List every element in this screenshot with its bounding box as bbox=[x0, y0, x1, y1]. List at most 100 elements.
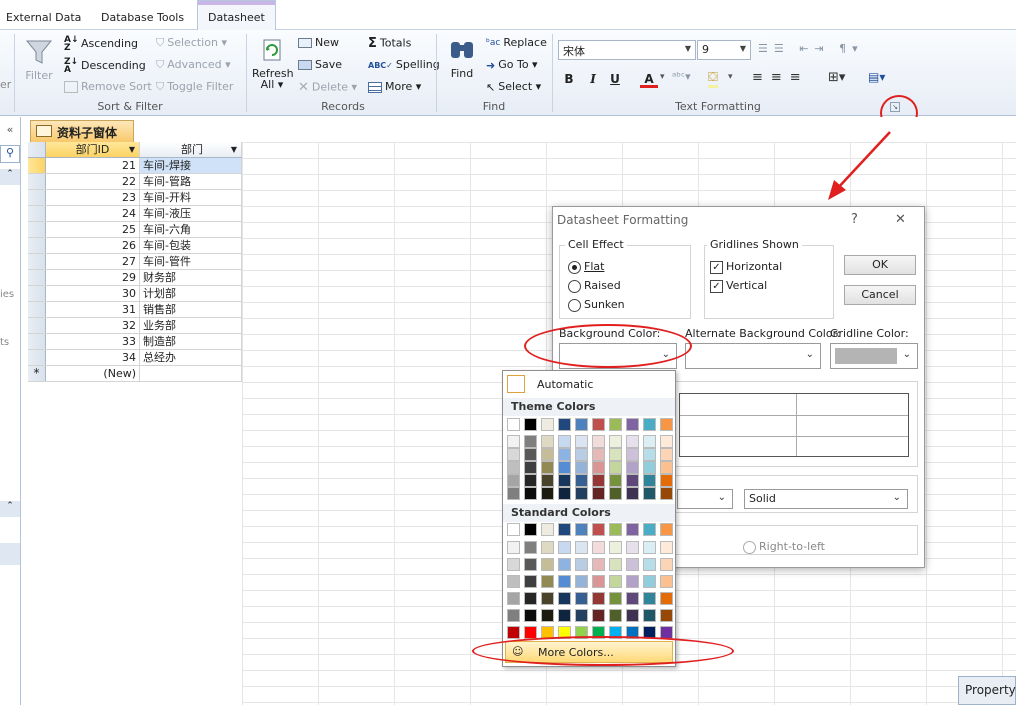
standard-shade-swatch[interactable] bbox=[592, 592, 605, 605]
theme-color-swatch[interactable] bbox=[660, 418, 673, 431]
align-buttons[interactable]: ≡≡≡ bbox=[752, 70, 809, 85]
theme-shade-swatch[interactable] bbox=[626, 448, 639, 461]
table-cell[interactable]: 车间-液压 bbox=[140, 206, 242, 221]
help-button[interactable]: ? bbox=[851, 212, 858, 227]
table-row[interactable]: 21 车间-焊接 bbox=[28, 158, 242, 174]
table-row[interactable]: 26 车间-包装 bbox=[28, 238, 242, 254]
standard-shade-swatch[interactable] bbox=[592, 558, 605, 571]
standard-shade-swatch[interactable] bbox=[541, 558, 554, 571]
standard-shade-swatch[interactable] bbox=[575, 575, 588, 588]
row-selector[interactable] bbox=[28, 174, 46, 189]
theme-shade-swatch[interactable] bbox=[592, 474, 605, 487]
table-cell[interactable]: 21 bbox=[46, 158, 140, 173]
table-cell[interactable]: 总经办 bbox=[140, 350, 242, 365]
standard-shade-swatch[interactable] bbox=[592, 609, 605, 622]
table-cell[interactable]: 22 bbox=[46, 174, 140, 189]
theme-shade-swatch[interactable] bbox=[541, 448, 554, 461]
theme-shade-swatch[interactable] bbox=[507, 435, 520, 448]
remove-sort-button[interactable]: Remove Sort bbox=[64, 80, 152, 93]
select-all-corner[interactable] bbox=[28, 142, 46, 157]
table-row[interactable]: 25 车间-六角 bbox=[28, 222, 242, 238]
new-row-label[interactable]: (New) bbox=[46, 366, 140, 381]
row-selector[interactable] bbox=[28, 318, 46, 333]
theme-shade-swatch[interactable] bbox=[575, 461, 588, 474]
table-cell[interactable]: 27 bbox=[46, 254, 140, 269]
table-row[interactable]: 30 计划部 bbox=[28, 286, 242, 302]
standard-shade-swatch[interactable] bbox=[609, 575, 622, 588]
table-cell[interactable]: 财务部 bbox=[140, 270, 242, 285]
theme-color-swatch[interactable] bbox=[592, 418, 605, 431]
automatic-label[interactable]: Automatic bbox=[537, 378, 593, 391]
standard-shade-swatch[interactable] bbox=[575, 541, 588, 554]
standard-color-swatch[interactable] bbox=[541, 523, 554, 536]
table-row[interactable]: 24 车间-液压 bbox=[28, 206, 242, 222]
table-cell[interactable]: 车间-六角 bbox=[140, 222, 242, 237]
refresh-all-button[interactable]: Refresh All ▾ bbox=[252, 36, 294, 96]
row-selector[interactable] bbox=[28, 238, 46, 253]
theme-shade-swatch[interactable] bbox=[609, 461, 622, 474]
standard-shade-swatch[interactable] bbox=[575, 609, 588, 622]
theme-shade-swatch[interactable] bbox=[541, 461, 554, 474]
tab-database-tools[interactable]: Database Tools bbox=[101, 11, 184, 24]
standard-shade-swatch[interactable] bbox=[524, 609, 537, 622]
tab-datasheet[interactable]: Datasheet bbox=[197, 0, 276, 31]
table-cell[interactable]: 车间-开料 bbox=[140, 190, 242, 205]
theme-shade-swatch[interactable] bbox=[609, 435, 622, 448]
horizontal-checkbox[interactable]: ✓ bbox=[710, 261, 723, 274]
theme-color-swatch[interactable] bbox=[507, 418, 520, 431]
standard-color-swatch[interactable] bbox=[609, 523, 622, 536]
alternate-bg-color-dropdown[interactable]: ⌄ bbox=[685, 343, 821, 369]
row-selector[interactable] bbox=[28, 334, 46, 349]
theme-shade-swatch[interactable] bbox=[660, 474, 673, 487]
standard-shade-swatch[interactable] bbox=[660, 575, 673, 588]
table-row[interactable]: 31 销售部 bbox=[28, 302, 242, 318]
theme-shade-swatch[interactable] bbox=[643, 461, 656, 474]
raised-radio[interactable] bbox=[568, 280, 581, 293]
theme-shade-swatch[interactable] bbox=[592, 448, 605, 461]
theme-color-swatch[interactable] bbox=[575, 418, 588, 431]
table-cell[interactable]: 26 bbox=[46, 238, 140, 253]
theme-shade-swatch[interactable] bbox=[626, 474, 639, 487]
find-button[interactable]: Find bbox=[444, 36, 480, 96]
standard-shade-swatch[interactable] bbox=[541, 609, 554, 622]
standard-color-swatch[interactable] bbox=[626, 523, 639, 536]
standard-color-swatch[interactable] bbox=[643, 523, 656, 536]
totals-button[interactable]: Σ Totals bbox=[368, 36, 411, 51]
standard-shade-swatch[interactable] bbox=[660, 609, 673, 622]
theme-color-swatch[interactable] bbox=[541, 418, 554, 431]
table-cell[interactable]: 计划部 bbox=[140, 286, 242, 301]
standard-shade-swatch[interactable] bbox=[524, 541, 537, 554]
alt-row-color-button[interactable]: ▤▾ bbox=[868, 70, 885, 84]
row-selector[interactable] bbox=[28, 350, 46, 365]
standard-shade-swatch[interactable] bbox=[558, 541, 571, 554]
theme-shade-swatch[interactable] bbox=[609, 448, 622, 461]
standard-shade-swatch[interactable] bbox=[660, 592, 673, 605]
standard-color-swatch[interactable] bbox=[558, 523, 571, 536]
standard-shade-swatch[interactable] bbox=[524, 626, 537, 639]
standard-color-swatch[interactable] bbox=[660, 523, 673, 536]
theme-shade-swatch[interactable] bbox=[524, 487, 537, 500]
theme-shade-swatch[interactable] bbox=[660, 435, 673, 448]
table-cell[interactable]: 23 bbox=[46, 190, 140, 205]
property-sheet-tab[interactable]: Property bbox=[958, 676, 1016, 705]
table-cell[interactable]: 业务部 bbox=[140, 318, 242, 333]
cancel-button[interactable]: Cancel bbox=[844, 285, 916, 305]
table-cell[interactable]: 24 bbox=[46, 206, 140, 221]
theme-shade-swatch[interactable] bbox=[524, 474, 537, 487]
double-chevron-up-icon[interactable]: ⌃ bbox=[0, 169, 20, 185]
toggle-filter-button[interactable]: ⛉ Toggle Filter bbox=[156, 80, 233, 94]
chevron-down-icon[interactable]: ▼ bbox=[129, 142, 135, 157]
double-chevron-up-icon[interactable]: ⌃ bbox=[0, 501, 20, 517]
theme-shade-swatch[interactable] bbox=[524, 461, 537, 474]
theme-shade-swatch[interactable] bbox=[592, 435, 605, 448]
standard-shade-swatch[interactable] bbox=[541, 541, 554, 554]
table-cell[interactable]: 29 bbox=[46, 270, 140, 285]
ascending-button[interactable]: A↓ Z Ascending bbox=[64, 36, 138, 53]
table-row[interactable]: 32 业务部 bbox=[28, 318, 242, 334]
new-record-row[interactable]: * (New) bbox=[28, 366, 242, 382]
table-cell[interactable]: 车间-焊接 bbox=[140, 158, 242, 173]
table-cell[interactable]: 34 bbox=[46, 350, 140, 365]
theme-shade-swatch[interactable] bbox=[507, 487, 520, 500]
row-selector[interactable] bbox=[28, 254, 46, 269]
tab-external-data[interactable]: External Data bbox=[6, 11, 81, 24]
